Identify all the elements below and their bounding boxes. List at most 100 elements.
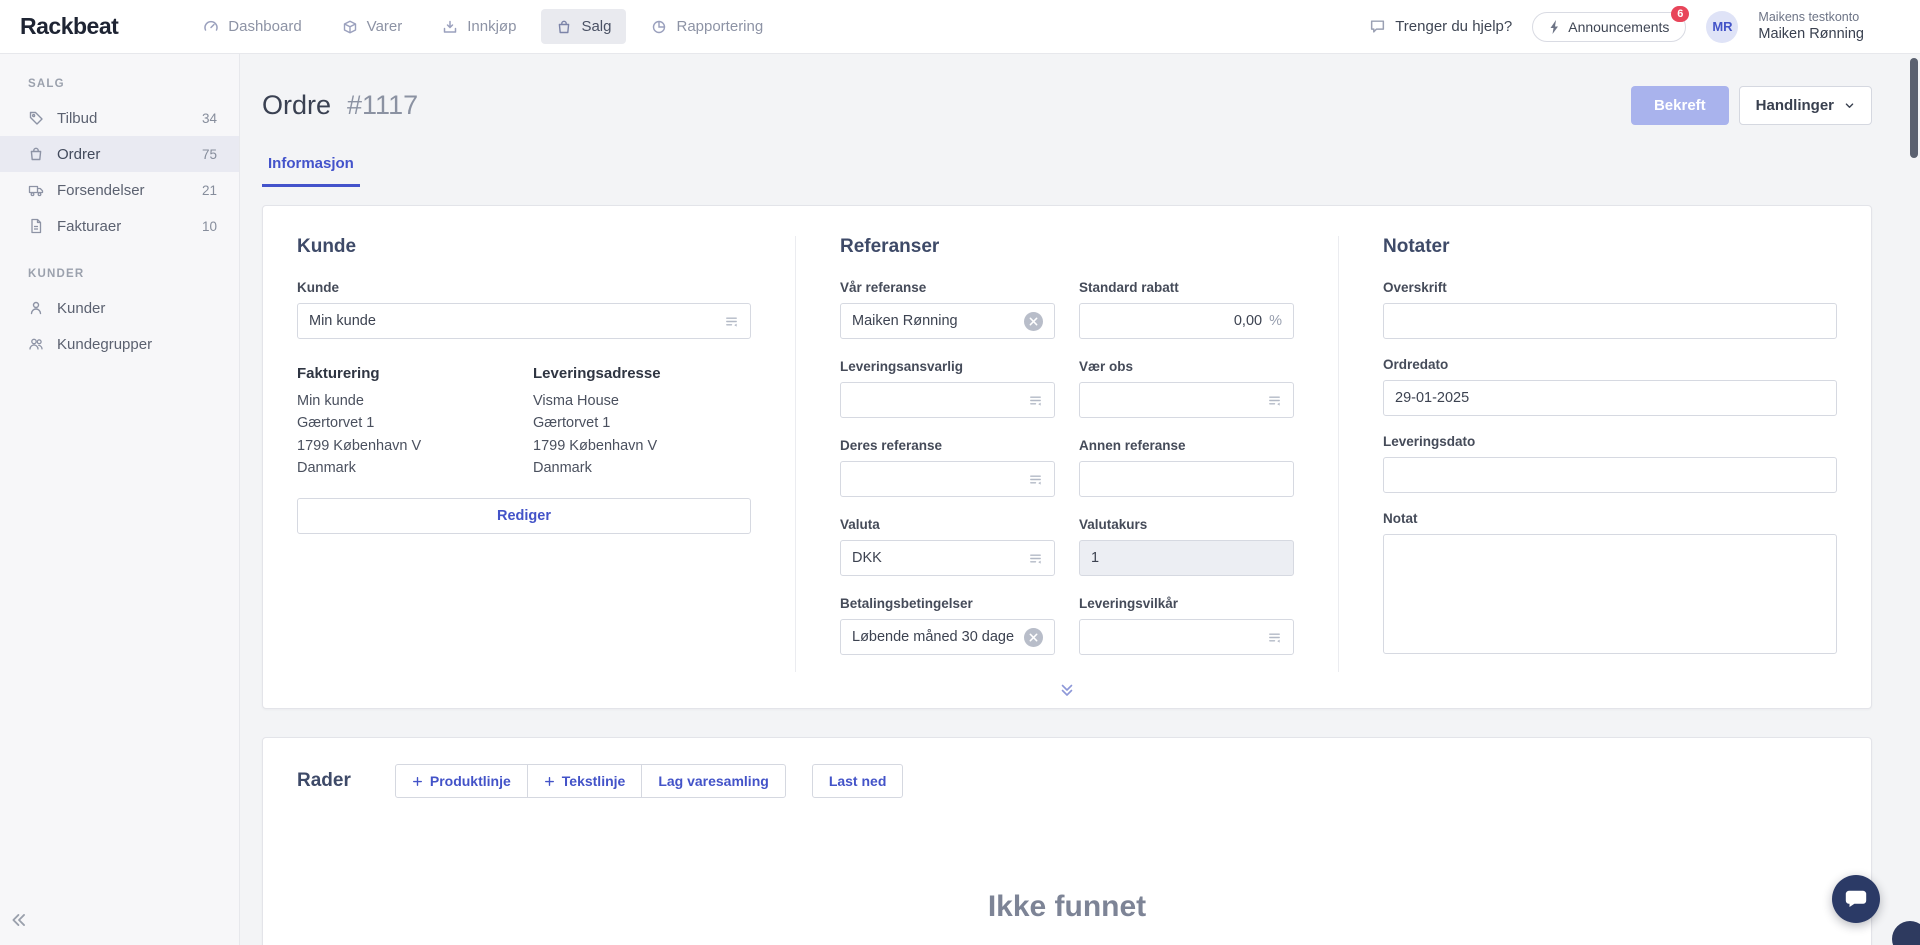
clear-icon[interactable] (1024, 312, 1043, 331)
add-text-line-button[interactable]: Tekstlinje (527, 764, 643, 798)
sidebar: SALG Tilbud 34 Ordrer 75 Forsendelser 21… (0, 54, 240, 945)
sidebar-section-kunder: KUNDER (0, 244, 239, 290)
create-bundle-button[interactable]: Lag varesamling (641, 764, 786, 798)
expand-card-button[interactable] (1055, 678, 1079, 702)
announcements-button[interactable]: Announcements 6 (1532, 12, 1686, 42)
select-list-icon[interactable] (724, 314, 739, 329)
page-header: Ordre #1117 Bekreft Handlinger (262, 86, 1872, 125)
plus-icon (544, 776, 555, 787)
note-title-input[interactable] (1383, 303, 1837, 339)
delivery-responsible-input[interactable] (840, 382, 1055, 418)
address-line: Visma House (533, 390, 751, 412)
select-list-icon[interactable] (1028, 551, 1043, 566)
plus-icon (412, 776, 423, 787)
actions-dropdown-button[interactable]: Handlinger (1739, 86, 1872, 125)
customer-input[interactable]: Min kunde (297, 303, 751, 339)
avatar[interactable]: MR (1706, 11, 1738, 43)
nav-innkjop[interactable]: Innkjøp (427, 9, 531, 44)
vertical-scrollbar[interactable] (1910, 58, 1918, 158)
nav-dashboard[interactable]: Dashboard (188, 9, 316, 44)
add-text-line-label: Tekstlinje (562, 773, 626, 789)
actions-label: Handlinger (1756, 97, 1834, 114)
nav-rapportering[interactable]: Rapportering (636, 9, 778, 44)
procurement-icon (442, 19, 458, 35)
our-reference-field: Vår referanse Maiken Rønning (840, 280, 1055, 339)
select-list-icon[interactable] (1267, 393, 1282, 408)
tag-icon (28, 110, 44, 126)
customer-field: Kunde Min kunde (297, 280, 751, 339)
sidebar-item-label: Kundegrupper (57, 336, 152, 353)
order-date-field: Ordredato 29-01-2025 (1383, 357, 1837, 416)
edit-address-button[interactable]: Rediger (297, 498, 751, 534)
exchange-rate-input: 1 (1079, 540, 1294, 576)
attention-input[interactable] (1079, 382, 1294, 418)
chat-launcher-button[interactable] (1832, 875, 1880, 923)
sidebar-item-tilbud[interactable]: Tilbud 34 (0, 100, 239, 136)
order-lines-buttons: Produktlinje Tekstlinje Lag varesamling … (395, 764, 904, 798)
confirm-button[interactable]: Bekreft (1631, 86, 1729, 125)
order-date-input[interactable]: 29-01-2025 (1383, 380, 1837, 416)
help-link[interactable]: Trenger du hjelp? (1369, 18, 1512, 35)
account-menu[interactable]: Maikens testkonto Maiken Rønning (1758, 9, 1864, 44)
customer-label: Kunde (297, 280, 751, 295)
sidebar-item-fakturaer[interactable]: Fakturaer 10 (0, 208, 239, 244)
chevron-double-down-icon (1059, 682, 1075, 698)
select-list-icon[interactable] (1028, 472, 1043, 487)
nav-label: Salg (581, 18, 611, 35)
sidebar-item-label: Fakturaer (57, 218, 121, 235)
account-user: Maiken Rønning (1758, 25, 1864, 44)
tab-informasjon[interactable]: Informasjon (262, 147, 360, 187)
currency-input[interactable]: DKK (840, 540, 1055, 576)
shopping-bag-icon (556, 19, 572, 35)
sidebar-item-label: Ordrer (57, 146, 100, 163)
nav-label: Varer (367, 18, 403, 35)
other-reference-input[interactable] (1079, 461, 1294, 497)
select-list-icon[interactable] (1028, 393, 1043, 408)
discount-suffix: % (1269, 313, 1282, 329)
sidebar-collapse-button[interactable] (10, 911, 28, 929)
add-product-line-label: Produktlinje (430, 773, 511, 789)
tab-bar: Informasjon (262, 147, 1872, 187)
references-grid: Vår referanse Maiken Rønning Standard ra… (840, 280, 1294, 655)
sidebar-item-kunder[interactable]: Kunder (0, 290, 239, 326)
delivery-terms-input[interactable] (1079, 619, 1294, 655)
chevron-double-left-icon (10, 911, 28, 929)
discount-value: 0,00 (1091, 313, 1262, 329)
exchange-rate-value: 1 (1091, 550, 1282, 566)
download-button[interactable]: Last ned (812, 764, 904, 798)
our-reference-input[interactable]: Maiken Rønning (840, 303, 1055, 339)
add-product-line-button[interactable]: Produktlinje (395, 764, 528, 798)
exchange-rate-label: Valutakurs (1079, 517, 1294, 532)
nav-varer[interactable]: Varer (327, 9, 418, 44)
order-date-label: Ordredato (1383, 357, 1837, 372)
note-textarea[interactable] (1383, 534, 1837, 654)
other-reference-field: Annen referanse (1079, 438, 1294, 497)
payment-terms-input[interactable]: Løbende måned 30 dage (840, 619, 1055, 655)
their-reference-label: Deres referanse (840, 438, 1055, 453)
attention-label: Vær obs (1079, 359, 1294, 374)
download-label: Last ned (829, 773, 887, 789)
addresses: Fakturering Min kunde Gærtorvet 1 1799 K… (297, 365, 751, 480)
app-logo[interactable]: Rackbeat (20, 13, 118, 40)
page-title: Ordre #1117 (262, 90, 418, 121)
select-list-icon[interactable] (1267, 630, 1282, 645)
note-title-label: Overskrift (1383, 280, 1837, 295)
their-reference-input[interactable] (840, 461, 1055, 497)
sidebar-item-count: 34 (202, 111, 217, 126)
note-field: Notat (1383, 511, 1837, 654)
address-line: Min kunde (297, 390, 515, 412)
sidebar-item-forsendelser[interactable]: Forsendelser 21 (0, 172, 239, 208)
sidebar-item-label: Tilbud (57, 110, 97, 127)
delivery-date-input[interactable] (1383, 457, 1837, 493)
nav-salg[interactable]: Salg (541, 9, 626, 44)
sidebar-item-ordrer[interactable]: Ordrer 75 (0, 136, 239, 172)
shipping-address: Leveringsadresse Visma House Gærtorvet 1… (533, 365, 751, 480)
nav-label: Rapportering (676, 18, 763, 35)
discount-input[interactable]: 0,00 % (1079, 303, 1294, 339)
our-reference-value: Maiken Rønning (852, 313, 1024, 329)
delivery-terms-label: Leveringsvilkår (1079, 596, 1294, 611)
currency-label: Valuta (840, 517, 1055, 532)
sidebar-item-kundegrupper[interactable]: Kundegrupper (0, 326, 239, 362)
notes-column: Notater Overskrift Ordredato 29-01-2025 … (1338, 236, 1837, 672)
clear-icon[interactable] (1024, 628, 1043, 647)
